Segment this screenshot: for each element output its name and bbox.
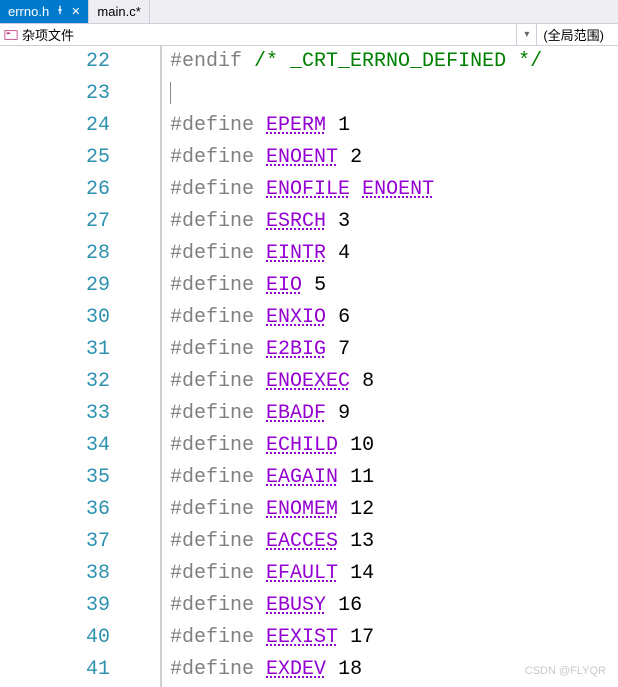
code-line: #define EFAULT 14 [170, 558, 618, 590]
line-number: 31 [0, 334, 110, 366]
code-line: #define ENOFILE ENOENT [170, 174, 618, 206]
tab-label: errno.h [8, 4, 49, 19]
code-line: #define EAGAIN 11 [170, 462, 618, 494]
code-area[interactable]: #endif /* _CRT_ERRNO_DEFINED */ #define E… [162, 46, 618, 687]
code-line: #define ENOEXEC 8 [170, 366, 618, 398]
line-number: 28 [0, 238, 110, 270]
nav-project-dropdown[interactable]: 杂项文件 [0, 25, 516, 44]
line-number: 33 [0, 398, 110, 430]
tab-errno-h[interactable]: errno.h ✕ [0, 0, 89, 23]
line-number: 35 [0, 462, 110, 494]
nav-scope-dropdown[interactable]: (全局范围) [536, 24, 618, 45]
line-number: 41 [0, 654, 110, 686]
line-number: 38 [0, 558, 110, 590]
code-line: #endif /* _CRT_ERRNO_DEFINED */ [170, 46, 618, 78]
line-number: 26 [0, 174, 110, 206]
tab-label: main.c* [97, 4, 140, 19]
line-number: 34 [0, 430, 110, 462]
code-editor[interactable]: 2223242526272829303132333435363738394041… [0, 46, 618, 687]
close-icon[interactable]: ✕ [71, 5, 80, 18]
nav-scope-label: (全局范围) [543, 25, 604, 44]
line-number-gutter: 2223242526272829303132333435363738394041 [0, 46, 120, 687]
navigation-bar: 杂项文件 ▾ (全局范围) [0, 24, 618, 46]
code-line: #define EIO 5 [170, 270, 618, 302]
code-line: #define ENOMEM 12 [170, 494, 618, 526]
line-number: 27 [0, 206, 110, 238]
code-line: #define EACCES 13 [170, 526, 618, 558]
line-number: 23 [0, 78, 110, 110]
line-number: 30 [0, 302, 110, 334]
line-number: 39 [0, 590, 110, 622]
line-number: 24 [0, 110, 110, 142]
code-line [170, 78, 618, 110]
watermark-text: CSDN @FLYQR [525, 665, 606, 677]
line-number: 29 [0, 270, 110, 302]
code-line: #define ESRCH 3 [170, 206, 618, 238]
line-number: 25 [0, 142, 110, 174]
line-number: 37 [0, 526, 110, 558]
code-line: #define ENXIO 6 [170, 302, 618, 334]
line-number: 36 [0, 494, 110, 526]
project-icon [4, 28, 18, 42]
nav-project-label: 杂项文件 [22, 25, 74, 44]
code-line: #define ENOENT 2 [170, 142, 618, 174]
code-line: #define E2BIG 7 [170, 334, 618, 366]
tab-bar: errno.h ✕ main.c* [0, 0, 618, 24]
code-line: #define EEXIST 17 [170, 622, 618, 654]
code-line: #define ECHILD 10 [170, 430, 618, 462]
line-number: 22 [0, 46, 110, 78]
nav-chevron-icon[interactable]: ▾ [516, 24, 536, 45]
code-line: #define EPERM 1 [170, 110, 618, 142]
code-line: #define EBADF 9 [170, 398, 618, 430]
code-line: #define EBUSY 16 [170, 590, 618, 622]
code-line: #define EINTR 4 [170, 238, 618, 270]
line-number: 40 [0, 622, 110, 654]
tab-main-c[interactable]: main.c* [89, 0, 149, 23]
editor-margin [120, 46, 160, 687]
line-number: 32 [0, 366, 110, 398]
pin-icon[interactable] [55, 5, 65, 18]
